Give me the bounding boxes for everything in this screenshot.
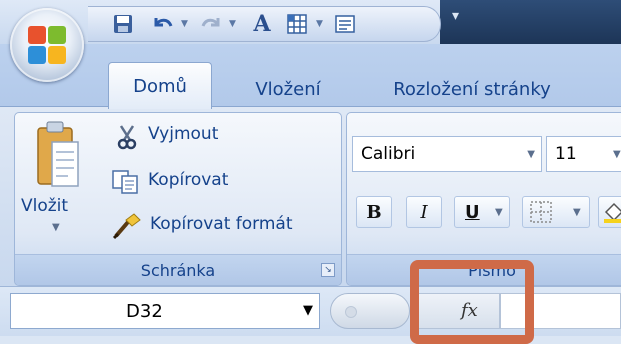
scissors-icon (117, 125, 137, 150)
name-box-dropdown-icon[interactable]: ▼ (303, 303, 313, 318)
underline-button[interactable]: U ▼ (454, 196, 510, 228)
clipboard-launcher-icon[interactable]: ↘ (321, 263, 335, 277)
table-dropdown-icon[interactable]: ▼ (316, 19, 323, 29)
underline-label: U (465, 201, 480, 223)
format-painter-button[interactable]: Kopírovat formát (110, 212, 330, 240)
tab-home[interactable]: Domů (108, 62, 212, 109)
fill-color-icon (604, 202, 621, 223)
font-name-value: Calibri (361, 144, 416, 164)
title-bar-dark-area (440, 0, 621, 44)
name-box[interactable]: D32 ▼ (10, 293, 320, 329)
font-size-select[interactable]: 11 ▼ (546, 136, 621, 172)
copy-icon (112, 170, 138, 194)
font-color-button[interactable]: A (248, 11, 276, 37)
customize-toolbar-icon[interactable]: ▾ (452, 8, 459, 24)
copy-button[interactable]: Kopírovat (110, 168, 280, 196)
tab-page-layout[interactable]: Rozložení stránky (372, 72, 572, 106)
redo-dropdown-icon[interactable]: ▼ (229, 19, 236, 29)
redo-button[interactable] (198, 12, 224, 36)
save-button[interactable] (110, 12, 136, 36)
borders-dropdown-icon[interactable]: ▼ (573, 207, 581, 218)
undo-icon (154, 18, 173, 27)
format-painter-label: Kopírovat formát (150, 214, 293, 234)
italic-button[interactable]: I (406, 196, 442, 228)
clipboard-group-title: Schránka (140, 260, 216, 280)
font-name-dropdown-icon[interactable]: ▼ (527, 149, 535, 160)
font-size-value: 11 (555, 144, 577, 164)
font-size-dropdown-icon[interactable]: ▼ (613, 149, 621, 160)
copy-label: Kopírovat (148, 170, 229, 190)
office-logo-icon (28, 26, 66, 64)
save-icon (114, 15, 132, 33)
cut-label: Vyjmout (148, 124, 219, 144)
borders-button[interactable]: ▼ (522, 196, 590, 228)
borders-icon (530, 201, 552, 223)
paste-label: Vložit (21, 196, 69, 216)
format-painter-icon (112, 213, 141, 240)
form-icon (335, 15, 355, 33)
cut-button[interactable]: Vyjmout (110, 122, 260, 150)
paste-button[interactable]: Vložit ▼ (16, 116, 96, 246)
font-name-select[interactable]: Calibri ▼ (352, 136, 542, 172)
underline-dropdown-icon[interactable]: ▼ (495, 207, 503, 218)
redo-icon (201, 18, 220, 27)
undo-button[interactable] (150, 12, 176, 36)
clipboard-group-label: Schránka (15, 254, 341, 285)
office-button[interactable] (10, 8, 84, 82)
form-button[interactable] (332, 12, 358, 36)
highlight-box (410, 260, 534, 344)
paste-dropdown-icon[interactable]: ▼ (52, 222, 60, 233)
table-button[interactable] (284, 12, 310, 36)
bold-button[interactable]: B (356, 196, 392, 228)
formula-bar-splitter[interactable] (330, 293, 410, 329)
fill-color-button[interactable] (598, 196, 621, 228)
paste-icon (37, 121, 79, 187)
table-icon (287, 14, 307, 34)
tab-insert[interactable]: Vložení (240, 72, 336, 106)
undo-dropdown-icon[interactable]: ▼ (181, 19, 188, 29)
splitter-handle-icon (345, 306, 357, 318)
name-box-value: D32 (126, 301, 163, 322)
quick-access-toolbar: ▼ ▼ A ▼ (88, 6, 441, 42)
